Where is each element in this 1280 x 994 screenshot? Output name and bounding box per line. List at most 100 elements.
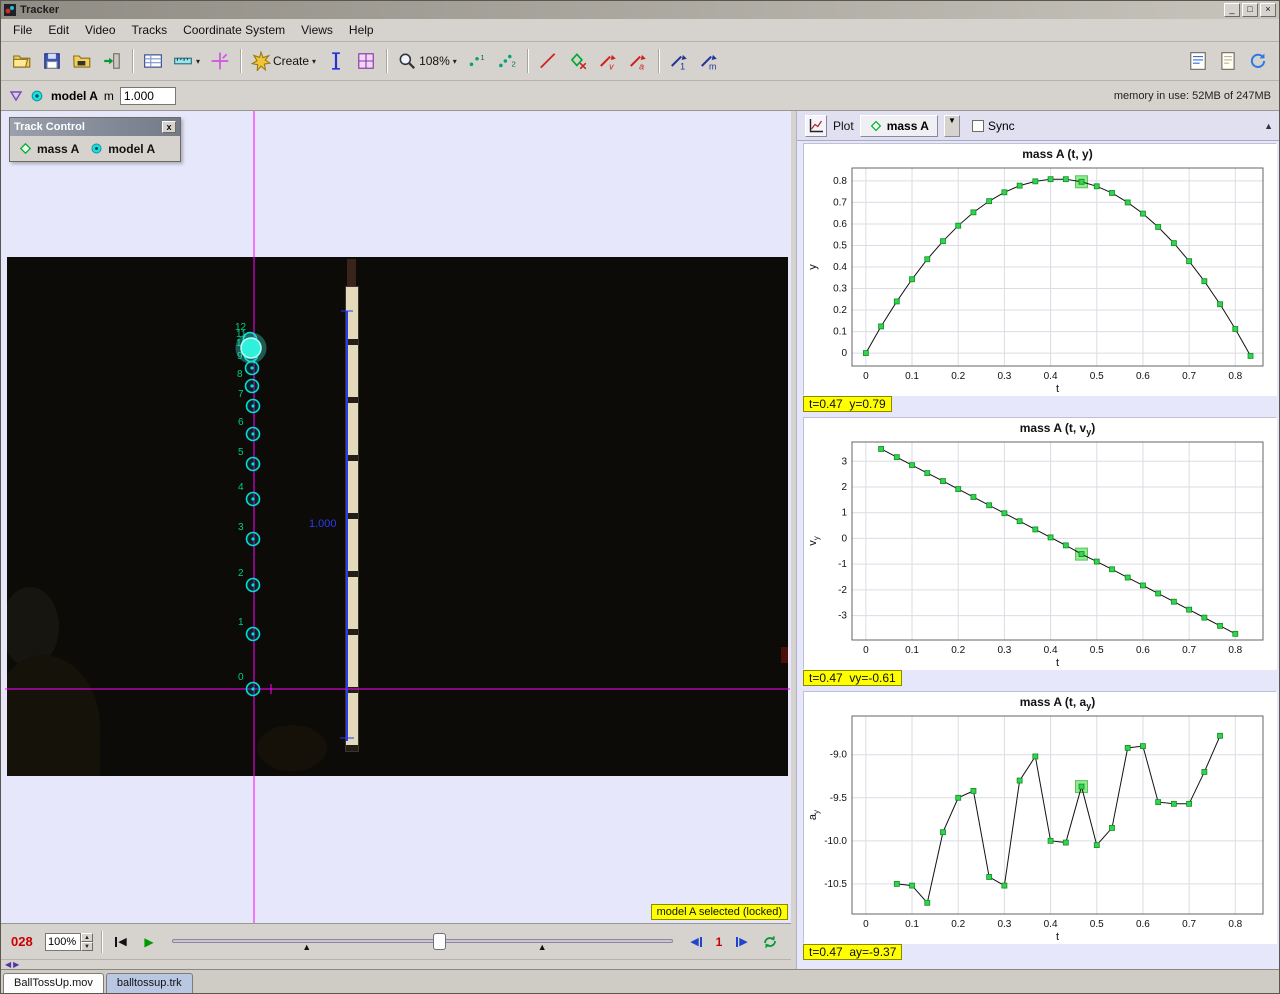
- svg-text:1: 1: [680, 61, 685, 71]
- track-item-model-a[interactable]: model A: [89, 141, 155, 156]
- track-item-mass-a[interactable]: mass A: [18, 141, 79, 156]
- track-selector-arrow[interactable]: ▼: [944, 115, 960, 137]
- save-button[interactable]: [38, 48, 66, 74]
- close-button[interactable]: ×: [1260, 3, 1276, 17]
- svg-text:-10.0: -10.0: [824, 836, 847, 847]
- slider-track[interactable]: [172, 939, 673, 943]
- svg-text:0.5: 0.5: [833, 240, 847, 251]
- mass-field[interactable]: [120, 87, 176, 105]
- track-control-titlebar[interactable]: Track Control x: [10, 118, 180, 136]
- plot-toolbar: Plot mass A ▼ Sync ▲: [797, 111, 1280, 141]
- loop-button[interactable]: [759, 932, 781, 952]
- expand-triangle-icon[interactable]: [9, 89, 23, 102]
- track-selector[interactable]: mass A: [860, 115, 938, 137]
- svg-text:0.8: 0.8: [833, 176, 847, 187]
- zoom-button[interactable]: 108%▾: [393, 48, 461, 74]
- step-forward-button[interactable]: ▶: [731, 932, 753, 952]
- sync-checkbox[interactable]: [972, 120, 984, 132]
- menu-file[interactable]: File: [5, 20, 40, 40]
- calibration-icon: [326, 51, 346, 71]
- import-button[interactable]: [98, 48, 126, 74]
- velocity-vectors-button[interactable]: v: [594, 48, 622, 74]
- step-size-label[interactable]: 1: [713, 935, 725, 949]
- video-zoom-field[interactable]: [45, 933, 81, 951]
- title-bar[interactable]: Tracker _ □ ×: [1, 1, 1279, 19]
- zoom-down-icon[interactable]: ▼: [81, 942, 93, 951]
- sync-label: Sync: [988, 119, 1015, 133]
- menu-help[interactable]: Help: [341, 20, 382, 40]
- pane-divider-strip[interactable]: ◀ ▶: [1, 959, 791, 969]
- tracker-logo-icon: [4, 4, 16, 16]
- svg-text:0: 0: [863, 371, 869, 382]
- chevron-down-icon: ▾: [196, 57, 200, 66]
- plot-card-t-y[interactable]: 00.10.20.30.40.50.60.70.800.10.20.30.40.…: [803, 143, 1276, 395]
- data-builder-button[interactable]: [1184, 48, 1212, 74]
- notes-button[interactable]: [1214, 48, 1242, 74]
- main-toolbar: ▾Create▾108%▾12va1m: [1, 42, 1279, 81]
- svg-text:0: 0: [863, 645, 869, 656]
- menu-tracks[interactable]: Tracks: [124, 20, 176, 40]
- toolbar-right-group: [1183, 48, 1273, 74]
- sync-control: Sync: [972, 119, 1015, 133]
- readout-row-t-vy: t=0.47 vy=-0.61: [797, 669, 1280, 689]
- player-slider[interactable]: ▲ ▲: [172, 931, 673, 953]
- tab-balltossup-mov[interactable]: BallTossUp.mov: [3, 973, 104, 994]
- tracker-window: Tracker _ □ × FileEditVideoTracksCoordin…: [0, 0, 1280, 994]
- svg-text:0.7: 0.7: [1182, 645, 1196, 656]
- zoom-icon: [397, 51, 417, 71]
- create-button[interactable]: Create▾: [247, 48, 320, 74]
- collapse-right-icon[interactable]: ▶: [13, 961, 19, 969]
- collapse-left-icon[interactable]: ◀: [5, 961, 11, 969]
- vector-sum-button[interactable]: m: [695, 48, 723, 74]
- chart-t-ay[interactable]: 00.10.20.30.40.50.60.70.8-10.5-10.0-9.5-…: [804, 692, 1277, 944]
- reset-button[interactable]: ◀: [110, 932, 132, 952]
- menu-edit[interactable]: Edit: [40, 20, 77, 40]
- track-control-close-icon[interactable]: x: [162, 121, 176, 133]
- tab-balltossup-trk[interactable]: balltossup.trk: [106, 973, 193, 994]
- minimize-button[interactable]: _: [1224, 3, 1240, 17]
- plot-stack: 00.10.20.30.40.50.60.70.800.10.20.30.40.…: [797, 141, 1280, 969]
- chart-t-y[interactable]: 00.10.20.30.40.50.60.70.800.10.20.30.40.…: [804, 144, 1277, 396]
- zoom-up-icon[interactable]: ▲: [81, 933, 93, 942]
- calibration-stick-button[interactable]: [322, 48, 350, 74]
- path-icon: [538, 51, 558, 71]
- trail-short-button[interactable]: 1: [463, 48, 491, 74]
- slider-thumb[interactable]: [433, 933, 446, 950]
- plot-card-t-vy[interactable]: 00.10.20.30.40.50.60.70.8-3-2-10123mass …: [803, 417, 1276, 669]
- svg-text:0.6: 0.6: [1136, 371, 1150, 382]
- import-icon: [102, 51, 122, 71]
- video-zoom-spinner[interactable]: ▲ ▼: [45, 933, 93, 951]
- plot-card-t-ay[interactable]: 00.10.20.30.40.50.60.70.8-10.5-10.0-9.5-…: [803, 691, 1276, 943]
- chart-t-vy[interactable]: 00.10.20.30.40.50.60.70.8-3-2-10123mass …: [804, 418, 1277, 670]
- tape-measure-button[interactable]: ▾: [169, 48, 204, 74]
- data-tool-button[interactable]: [139, 48, 167, 74]
- model-name-label[interactable]: model A: [51, 89, 98, 103]
- open-video-button[interactable]: [68, 48, 96, 74]
- world-view-button[interactable]: [352, 48, 380, 74]
- axes-button[interactable]: [206, 48, 234, 74]
- menu-views[interactable]: Views: [293, 20, 341, 40]
- step-back-button[interactable]: ◀: [685, 932, 707, 952]
- menu-video[interactable]: Video: [77, 20, 123, 40]
- track-control-window[interactable]: Track Control x mass A model A: [9, 117, 181, 162]
- trail-long-button[interactable]: 2: [493, 48, 521, 74]
- positions-button[interactable]: [564, 48, 592, 74]
- open-button[interactable]: [8, 48, 36, 74]
- maximize-button[interactable]: □: [1242, 3, 1258, 17]
- play-button[interactable]: ▶: [138, 932, 160, 952]
- refresh-button[interactable]: [1244, 48, 1272, 74]
- svg-text:0.4: 0.4: [1044, 919, 1058, 930]
- menu-coordinate-system[interactable]: Coordinate System: [175, 20, 293, 40]
- readout-row-t-y: t=0.47 y=0.79: [797, 395, 1280, 415]
- out-point-marker[interactable]: ▲: [538, 942, 547, 952]
- paths-button[interactable]: [534, 48, 562, 74]
- diamond-icon: [18, 141, 33, 156]
- velocity-icon: v: [598, 51, 618, 71]
- axes-icon: [210, 51, 230, 71]
- vector-one-button[interactable]: 1: [665, 48, 693, 74]
- plots-button[interactable]: [805, 115, 827, 137]
- in-point-marker[interactable]: ▲: [302, 942, 311, 952]
- acceleration-vectors-button[interactable]: a: [624, 48, 652, 74]
- collapse-panel-icon[interactable]: ▲: [1264, 121, 1273, 131]
- video-view[interactable]: 1.0000123456789101112 Track Control x ma…: [1, 111, 791, 923]
